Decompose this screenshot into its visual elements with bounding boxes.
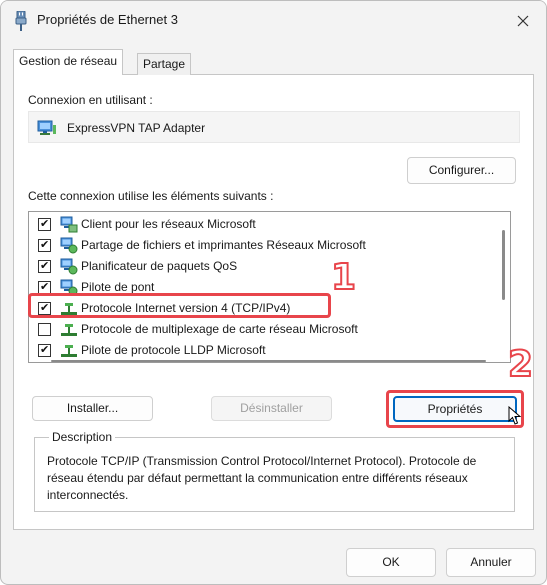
mouse-cursor-icon	[508, 406, 522, 425]
checkbox[interactable]: ✔	[38, 218, 51, 231]
protocol-icon	[61, 345, 77, 357]
network-service-icon	[60, 237, 78, 254]
scrollbar-thumb[interactable]	[51, 360, 486, 362]
network-client-icon	[60, 216, 78, 233]
item-label: Planificateur de paquets QoS	[81, 259, 238, 273]
title-bar: Propriétés de Ethernet 3	[1, 1, 546, 39]
step2-highlight	[386, 390, 524, 428]
horizontal-scrollbar[interactable]	[29, 360, 512, 362]
component-list[interactable]: ✔ Client pour les réseaux Microsoft ✔ Pa…	[28, 211, 511, 363]
list-item[interactable]: ✔ Client pour les réseaux Microsoft	[29, 214, 499, 235]
connection-label: Connexion en utilisant :	[28, 93, 153, 107]
checkbox[interactable]: ✔	[38, 260, 51, 273]
step2-number: 2	[507, 344, 534, 385]
items-label: Cette connexion utilise les éléments sui…	[28, 189, 274, 203]
adapter-display: ExpressVPN TAP Adapter	[28, 111, 520, 143]
protocol-icon	[61, 324, 77, 336]
tab-panel: Connexion en utilisant : ExpressVPN TAP …	[13, 74, 534, 530]
checkbox[interactable]	[38, 323, 51, 336]
tab-label: Gestion de réseau	[19, 54, 118, 68]
description-legend: Description	[49, 430, 116, 444]
window-title: Propriétés de Ethernet 3	[37, 12, 178, 27]
description-group: Description Protocole TCP/IP (Transmissi…	[34, 430, 515, 512]
tab-gestion-reseau[interactable]: Gestion de réseau	[13, 49, 124, 75]
cancel-button[interactable]: Annuler	[446, 548, 536, 577]
item-label: Protocole de multiplexage de carte résea…	[81, 322, 358, 336]
tab-label: Partage	[143, 57, 186, 71]
tab-partage[interactable]: Partage	[137, 53, 192, 75]
network-service-icon	[60, 258, 78, 275]
item-label: Client pour les réseaux Microsoft	[81, 217, 256, 231]
install-button[interactable]: Installer...	[32, 396, 153, 421]
item-label: Pilote de protocole LLDP Microsoft	[81, 343, 266, 357]
configure-button[interactable]: Configurer...	[407, 157, 516, 184]
item-label: Partage de fichiers et imprimantes Résea…	[81, 238, 366, 252]
ethernet-plug-icon	[15, 11, 27, 31]
uninstall-button[interactable]: Désinstaller	[211, 396, 332, 421]
list-item[interactable]: ✔ Pilote de protocole LLDP Microsoft	[29, 340, 499, 361]
properties-dialog: Propriétés de Ethernet 3 Gestion de rése…	[0, 0, 547, 585]
step1-highlight	[28, 293, 331, 318]
item-label: Pilote de pont	[81, 280, 155, 294]
description-text: Protocole TCP/IP (Transmission Control P…	[47, 454, 477, 502]
ok-button[interactable]: OK	[346, 548, 436, 577]
network-adapter-icon	[37, 120, 56, 135]
list-item[interactable]: Protocole de multiplexage de carte résea…	[29, 319, 499, 340]
adapter-name: ExpressVPN TAP Adapter	[67, 121, 206, 135]
list-item[interactable]: ✔ Partage de fichiers et imprimantes Rés…	[29, 235, 499, 256]
list-item[interactable]: ✔ Planificateur de paquets QoS	[29, 256, 499, 277]
step1-number: 1	[330, 257, 357, 298]
close-icon[interactable]	[512, 10, 534, 32]
checkbox[interactable]: ✔	[38, 344, 51, 357]
checkbox[interactable]: ✔	[38, 239, 51, 252]
vertical-scrollbar[interactable]	[502, 230, 505, 300]
